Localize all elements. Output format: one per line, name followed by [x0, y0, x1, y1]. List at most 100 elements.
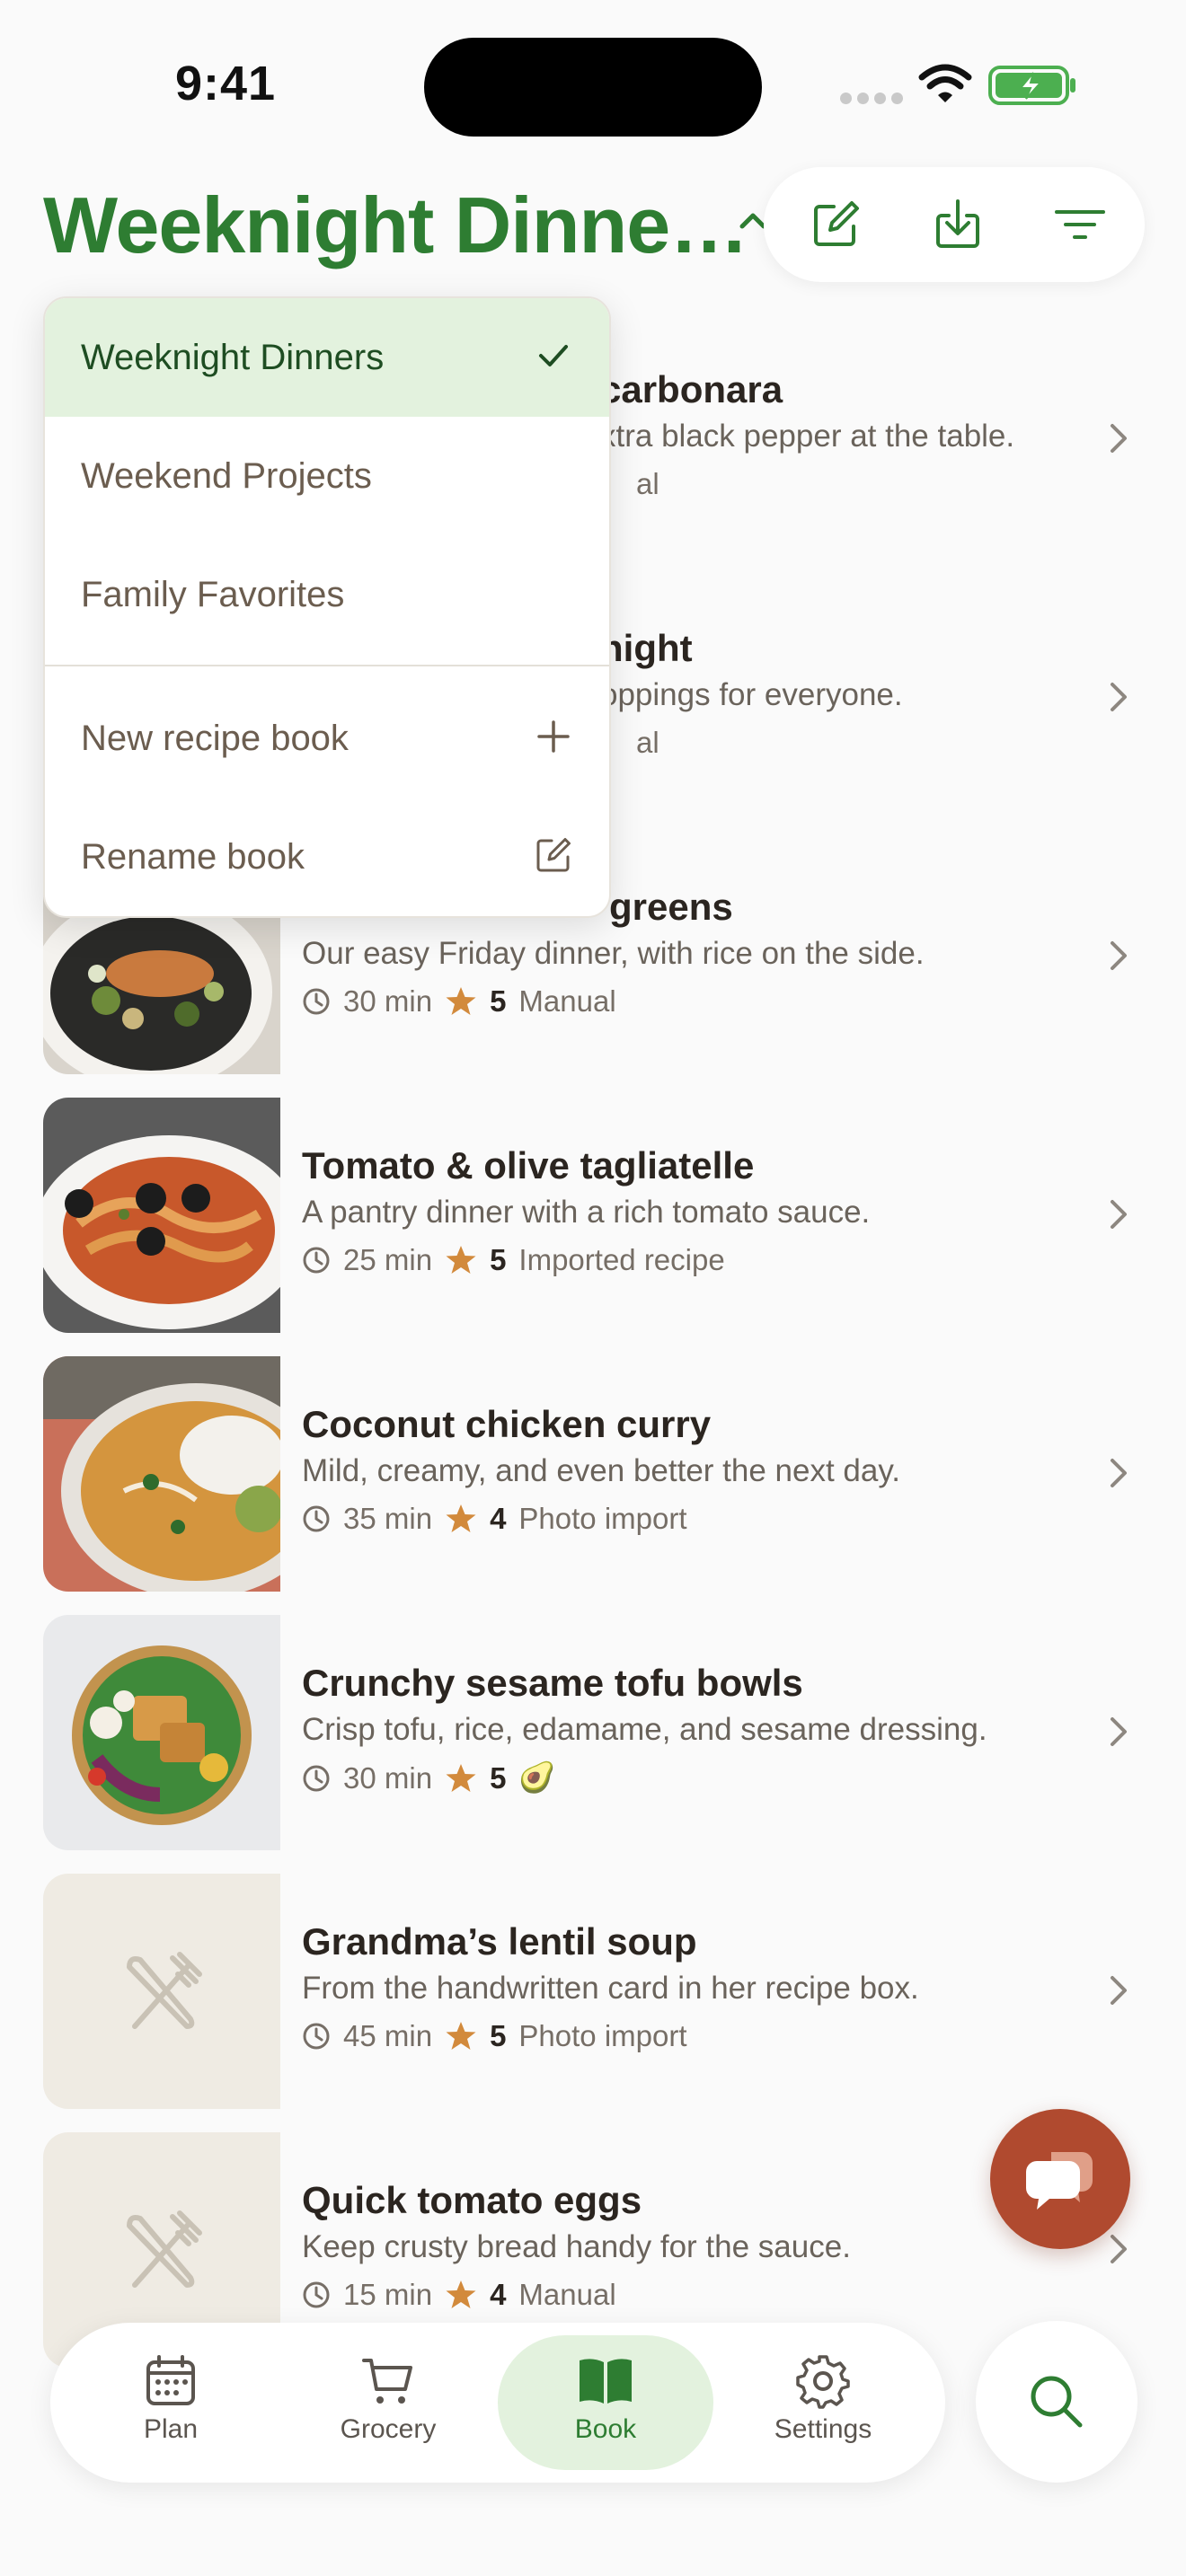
battery-icon: [988, 65, 1078, 110]
recipe-description: Keep crusty bread handy for the sauce.: [302, 2229, 851, 2264]
book-switcher-menu: Weeknight Dinners Weekend Projects Famil…: [43, 296, 611, 918]
recipe-description: oppings for everyone.: [600, 677, 903, 712]
recipe-time: 30 min: [343, 1760, 433, 1795]
menu-item-new-recipe-book[interactable]: New recipe book: [45, 679, 609, 798]
recipe-source: Manual: [518, 984, 616, 1018]
menu-item-book-family-favorites[interactable]: Family Favorites: [45, 535, 609, 654]
recipe-rating: 4: [490, 1502, 507, 1535]
list-item[interactable]: Coconut chicken curry Mild, creamy, and …: [43, 1356, 1130, 1592]
recipe-meta: al: [636, 467, 659, 501]
fork-knife-icon: [127, 2210, 202, 2288]
star-icon: [446, 2280, 476, 2308]
star-icon: [446, 1763, 476, 1792]
recipe-title: Grandma’s lentil soup: [302, 1920, 697, 1963]
recipe-meta: 25 min 5 Imported recipe: [302, 1243, 725, 1277]
list-item[interactable]: Grandma’s lentil soup From the handwritt…: [43, 1874, 1130, 2109]
recipe-time: 25 min: [343, 1243, 433, 1276]
chevron-right-icon: [1107, 1455, 1130, 1495]
recipe-title: Quick tomato eggs: [302, 2179, 642, 2221]
recipe-meta: 35 min 4 Photo import: [302, 1502, 687, 1536]
fork-knife-icon: [127, 1952, 202, 2029]
menu-item-label: Weekend Projects: [81, 455, 372, 496]
recipe-time: 15 min: [343, 2278, 433, 2311]
calendar-icon: [146, 2355, 195, 2405]
recipe-title: Coconut chicken curry: [302, 1403, 712, 1445]
recipe-photo: [43, 1098, 280, 1333]
menu-item-label: Family Favorites: [81, 574, 345, 614]
chevron-right-icon: [1107, 2231, 1130, 2272]
tab-label: Settings: [774, 2414, 872, 2444]
recipe-title: Crunchy sesame tofu bowls: [302, 1662, 803, 1704]
recipe-source: Photo import: [518, 2019, 687, 2052]
edit-icon: [536, 838, 571, 872]
clock-icon: [303, 1765, 330, 1791]
recipe-time: 30 min: [343, 984, 433, 1018]
recipe-time: 35 min: [343, 1502, 433, 1535]
search-button[interactable]: [976, 2321, 1137, 2483]
recipe-source: al: [636, 726, 659, 759]
tab-bar: Plan Grocery Book Settings: [50, 2323, 945, 2483]
recipe-meta: al: [636, 726, 659, 760]
star-icon: [446, 1246, 476, 1274]
chevron-right-icon: [1107, 1972, 1130, 2013]
star-icon: [446, 1504, 476, 1532]
recipe-title: night: [600, 627, 693, 669]
recipe-meta: 15 min 4 Manual: [302, 2278, 616, 2312]
recipe-time: 45 min: [343, 2019, 433, 2052]
menu-item-book-weeknight-dinners[interactable]: Weeknight Dinners: [45, 298, 609, 417]
chevron-right-icon: [1107, 938, 1130, 978]
search-icon: [1031, 2376, 1083, 2428]
menu-item-label: Rename book: [81, 836, 305, 877]
edit-icon[interactable]: [807, 196, 864, 253]
download-icon[interactable]: [929, 196, 987, 253]
menu-item-label: Weeknight Dinners: [81, 337, 385, 377]
tab-book[interactable]: Book: [498, 2335, 713, 2470]
menu-item-book-weekend-projects[interactable]: Weekend Projects: [45, 417, 609, 535]
recipe-description: Mild, creamy, and even better the next d…: [302, 1453, 900, 1488]
dynamic-island: [424, 38, 762, 137]
recipe-photo: [43, 1615, 280, 1850]
menu-item-rename-book[interactable]: Rename book: [45, 798, 609, 916]
cellular-signal-icon: [840, 93, 908, 109]
tab-plan[interactable]: Plan: [63, 2335, 279, 2470]
recipe-meta: 45 min 5 Photo import: [302, 2019, 687, 2053]
wifi-icon: [918, 63, 972, 109]
recipe-rating: 5: [490, 1243, 507, 1276]
recipe-photo-placeholder: [43, 1874, 280, 2109]
tab-settings[interactable]: Settings: [715, 2335, 931, 2470]
tab-grocery[interactable]: Grocery: [280, 2335, 496, 2470]
menu-divider: [45, 665, 609, 666]
tab-label: Book: [574, 2414, 637, 2444]
header-toolbar: [764, 167, 1145, 282]
list-item[interactable]: Tomato & olive tagliatelle A pantry dinn…: [43, 1098, 1130, 1333]
recipe-title: Tomato & olive tagliatelle: [302, 1144, 755, 1187]
recipe-description: Crisp tofu, rice, edamame, and sesame dr…: [302, 1712, 987, 1747]
recipe-source: Manual: [518, 2278, 616, 2311]
recipe-source: Photo import: [518, 1502, 687, 1535]
chevron-right-icon: [1107, 420, 1130, 461]
recipe-title: greens: [609, 886, 733, 928]
recipe-description: From the handwritten card in her recipe …: [302, 1971, 919, 2006]
avocado-icon: 🥑: [518, 1760, 556, 1794]
book-title[interactable]: Weeknight Dinne…: [43, 180, 748, 271]
recipe-description: A pantry dinner with a rich tomato sauce…: [302, 1195, 871, 1230]
gear-icon: [796, 2355, 850, 2409]
clock-icon: [303, 1247, 330, 1274]
recipe-rating: 4: [490, 2278, 507, 2311]
chevron-right-icon: [1107, 1196, 1130, 1237]
recipe-source: al: [636, 467, 659, 500]
clock-icon: [303, 2281, 330, 2308]
chat-bubble-icon: [1026, 2152, 1093, 2210]
book-icon: [580, 2359, 632, 2404]
menu-item-label: New recipe book: [81, 718, 349, 758]
star-icon: [446, 987, 476, 1015]
clock-icon: [303, 1505, 330, 1532]
list-item[interactable]: Crunchy sesame tofu bowls Crisp tofu, ri…: [43, 1615, 1130, 1850]
recipe-photo: [43, 1356, 280, 1592]
filter-icon[interactable]: [1051, 196, 1109, 253]
chat-button[interactable]: [990, 2109, 1130, 2249]
chevron-right-icon: [1107, 1714, 1130, 1754]
recipe-description: xtra black pepper at the table.: [600, 419, 1015, 454]
clock-icon: [303, 2023, 330, 2050]
clock-icon: [303, 988, 330, 1015]
